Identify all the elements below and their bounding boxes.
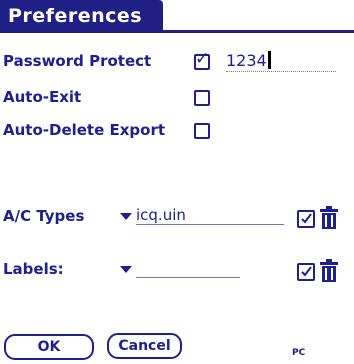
ac-types-label: A/C Types — [3, 207, 85, 225]
ac-types-value: icq.uin — [136, 206, 186, 224]
cancel-button[interactable]: Cancel — [107, 333, 182, 359]
labels-label: Labels: — [3, 260, 64, 278]
title-divider — [0, 30, 354, 33]
labels-dropdown-icon[interactable] — [120, 266, 132, 273]
ac-types-dropdown-icon[interactable] — [120, 213, 132, 220]
text-cursor — [267, 51, 271, 69]
ac-types-edit-icon[interactable] — [297, 210, 315, 228]
auto-delete-export-checkbox[interactable] — [194, 123, 210, 139]
auto-exit-checkbox[interactable] — [194, 90, 210, 106]
auto-delete-export-label: Auto-Delete Export — [3, 121, 166, 139]
password-protect-label: Password Protect — [3, 52, 152, 70]
password-value: 1234 — [226, 51, 267, 70]
labels-selector[interactable] — [136, 259, 240, 278]
password-protect-checkbox[interactable]: ✓ — [194, 49, 210, 70]
check-mark-icon: ✓ — [195, 49, 210, 69]
page-title: Preferences — [0, 0, 163, 32]
title-bar: Preferences — [0, 0, 354, 36]
auto-exit-label: Auto-Exit — [3, 88, 82, 106]
password-field[interactable]: 1234 — [226, 51, 336, 72]
labels-edit-icon[interactable] — [297, 263, 315, 281]
ac-types-trash-icon[interactable] — [318, 206, 340, 230]
footer-label: PC — [292, 348, 306, 358]
labels-trash-icon[interactable] — [318, 259, 340, 283]
ac-types-selector[interactable]: icq.uin — [136, 206, 284, 225]
ok-button[interactable]: OK — [4, 334, 94, 360]
